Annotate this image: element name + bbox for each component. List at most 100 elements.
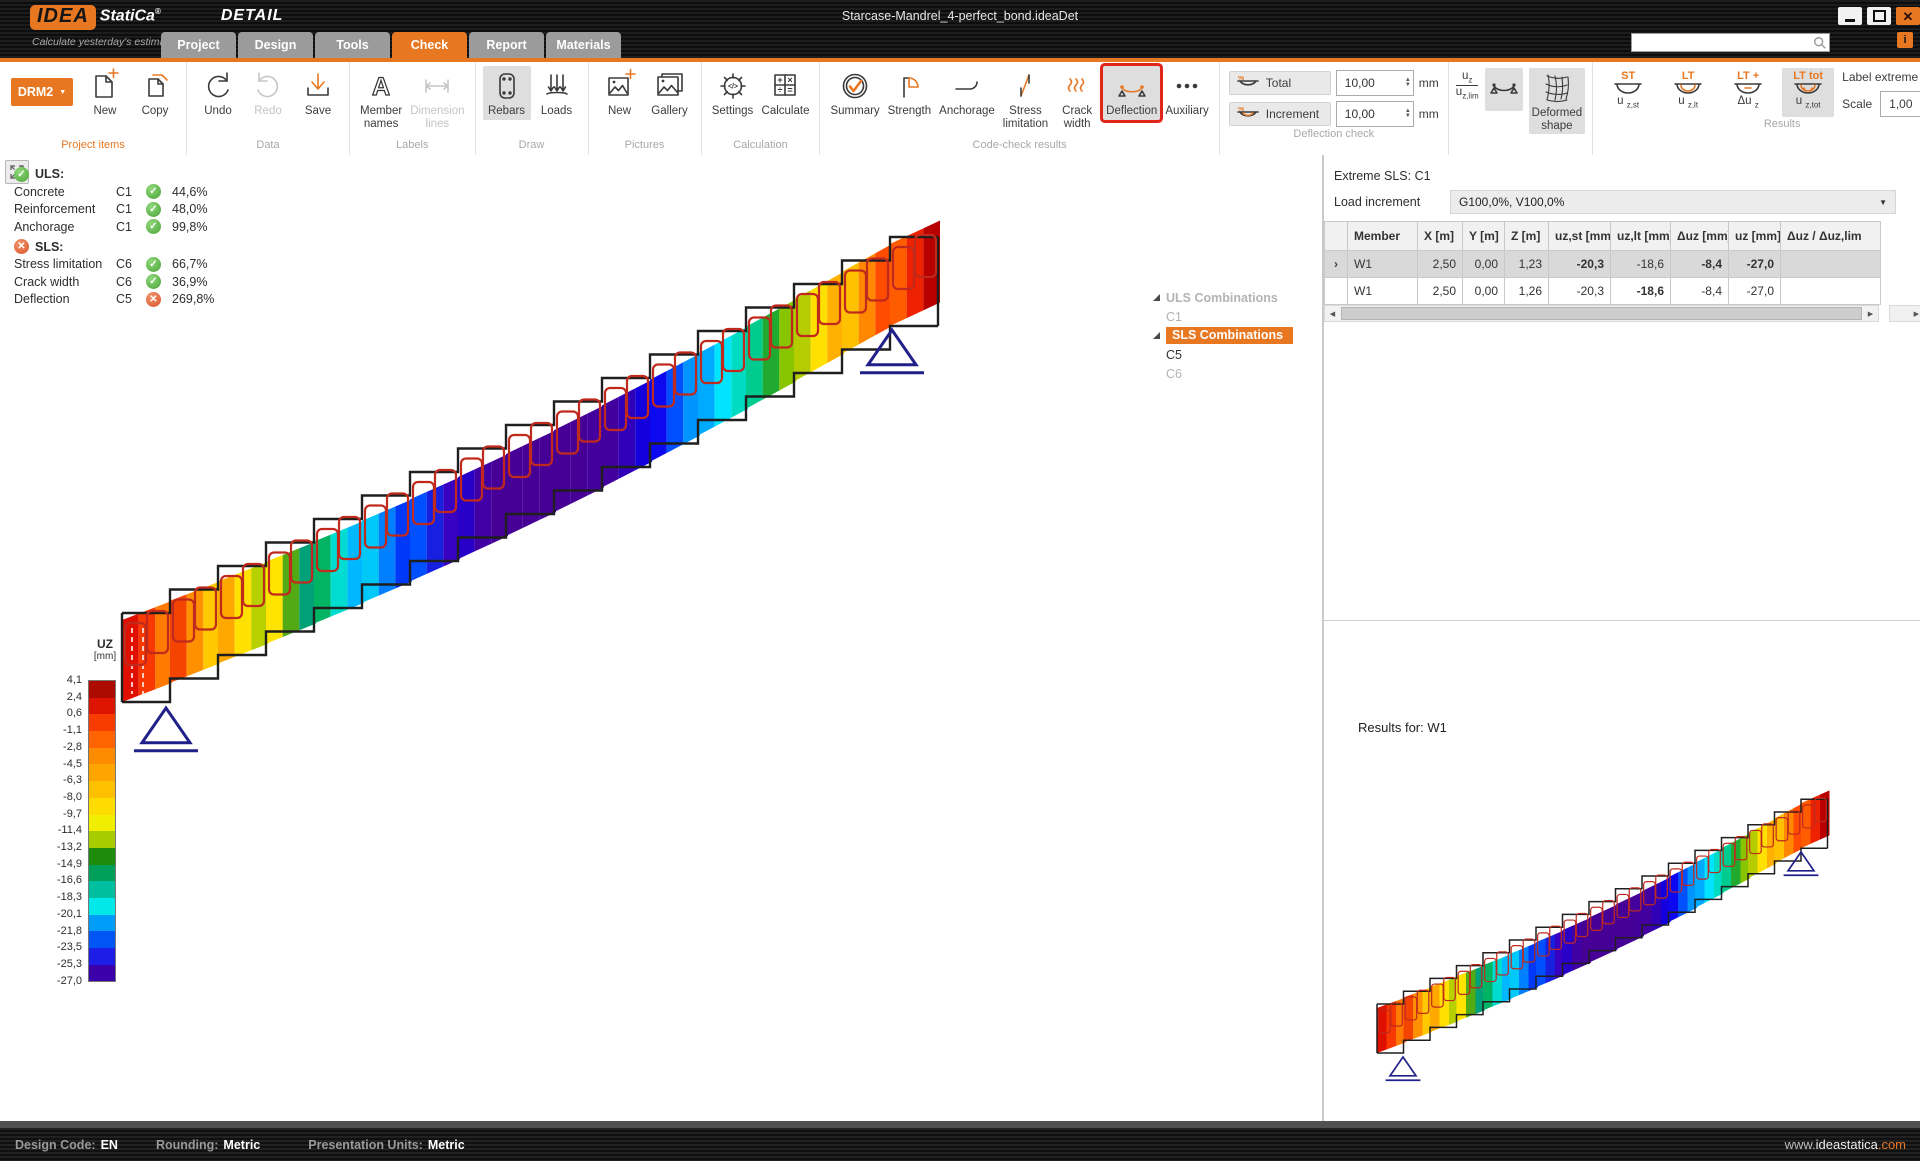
gallery-button[interactable]: Gallery <box>646 66 694 120</box>
deformed-shape-button[interactable]: Deformed shape <box>1529 68 1586 134</box>
ribbon-group-label: Data <box>190 138 346 155</box>
deflection-shape-button[interactable] <box>1485 68 1523 111</box>
svg-text:÷: ÷ <box>778 85 783 95</box>
expander-icon[interactable] <box>1152 331 1161 340</box>
spinner-arrows-icon[interactable]: ▲▼ <box>1405 109 1411 119</box>
undo-button[interactable]: Undo <box>194 66 242 120</box>
search-box[interactable] <box>1631 33 1830 52</box>
tree-item-c5[interactable]: C5 <box>1152 345 1318 364</box>
summary-button[interactable]: Summary <box>827 66 882 120</box>
crack-width-button[interactable]: Crack width <box>1053 66 1101 132</box>
calculate-button[interactable]: +×÷=Calculate <box>759 66 813 120</box>
result-mode-zlt[interactable]: LTu z,lt <box>1662 68 1714 117</box>
dimension-lines-button[interactable]: Dimension lines <box>407 66 467 132</box>
extreme-results-table: MemberX [m]Y [m]Z [m]uz,st [mm]uz,lt [mm… <box>1324 221 1920 305</box>
ribbon-group-label: Calculation <box>705 138 817 155</box>
table-cell: W1 <box>1348 251 1418 278</box>
scale-spinner[interactable]: 1,00▲▼ <box>1880 91 1920 117</box>
redo-icon <box>250 68 286 104</box>
tab-tools[interactable]: Tools <box>315 32 390 58</box>
auxiliary-button[interactable]: Auxiliary <box>1162 66 1211 120</box>
table-hscrollbar-stub[interactable]: ▶ <box>1889 305 1920 322</box>
drm2-dropdown[interactable]: DRM2▼ <box>11 78 73 106</box>
tab-check[interactable]: Check <box>392 32 467 58</box>
tab-design[interactable]: Design <box>238 32 313 58</box>
results-for-label: Results for: W1 <box>1358 720 1447 735</box>
result-mode-z[interactable]: LT +Δu z <box>1722 68 1774 117</box>
table-header-row: MemberX [m]Y [m]Z [m]uz,st [mm]uz,lt [mm… <box>1324 221 1920 251</box>
new-picture-button[interactable]: New <box>596 66 644 120</box>
chevron-down-icon: ▼ <box>1879 198 1887 207</box>
tab-report[interactable]: Report <box>469 32 544 58</box>
increment-button[interactable]: %Increment <box>1229 102 1331 126</box>
new-item-button[interactable]: New <box>81 66 129 120</box>
settings-button[interactable]: </>Settings <box>709 66 757 120</box>
result-mode-zst[interactable]: STu z,st <box>1602 68 1654 117</box>
redo-button[interactable]: Redo <box>244 66 292 120</box>
info-button[interactable]: i <box>1897 32 1913 48</box>
loads-label: Loads <box>541 105 572 118</box>
scale-value: 1,00 <box>1889 97 1912 111</box>
website-link[interactable]: www.ideastatica.com <box>1785 1137 1906 1152</box>
deflection-button[interactable]: Deflection <box>1103 66 1160 120</box>
member-names-icon: A <box>363 68 399 104</box>
crack-icon <box>1059 68 1095 104</box>
search-input[interactable] <box>1632 36 1813 49</box>
total-button[interactable]: %Total <box>1229 71 1331 95</box>
stress-limitation-button[interactable]: Stress limitation <box>1000 66 1051 132</box>
save-button[interactable]: Save <box>294 66 342 120</box>
ribbon-group-label: Deflection check <box>1223 127 1445 144</box>
load-increment-dropdown[interactable]: G100,0%, V100,0% ▼ <box>1450 190 1896 214</box>
stress-icon <box>1007 68 1043 104</box>
scrollbar-thumb[interactable] <box>1341 307 1862 320</box>
loads-button[interactable]: Loads <box>533 66 581 120</box>
maximize-button[interactable] <box>1867 7 1891 25</box>
table-cell: 1,23 <box>1505 251 1549 278</box>
tree-group[interactable]: SLS Combinations <box>1152 326 1318 345</box>
crack-width-label: Crack width <box>1062 105 1092 130</box>
tab-project[interactable]: Project <box>161 32 236 58</box>
close-button[interactable]: ✕ <box>1896 7 1920 25</box>
label-extreme-button[interactable]: Label extreme <box>1842 70 1920 84</box>
document-title: Starcase-Mandrel_4-perfect_bond.ideaDet <box>0 9 1920 23</box>
table-hscrollbar[interactable]: ◀ ▶ <box>1324 305 1879 322</box>
total-value-spinner[interactable]: 10,00 ▲▼ <box>1336 70 1414 96</box>
scroll-left-icon[interactable]: ◀ <box>1325 306 1340 321</box>
bowl-total-icon: % <box>1236 76 1260 90</box>
titlebar: IDEA StatiCa® DETAIL Calculate yesterday… <box>0 0 1920 58</box>
save-icon <box>300 68 336 104</box>
scroll-right-icon[interactable]: ▶ <box>1863 306 1878 321</box>
undo-label: Undo <box>204 105 232 118</box>
total-value: 10,00 <box>1345 76 1375 90</box>
rebars-button[interactable]: Rebars <box>483 66 531 120</box>
table-header-cell: Z [m] <box>1505 221 1549 251</box>
table-row[interactable]: ›W12,500,001,23-20,3-18,6-8,4-27,0 <box>1324 251 1920 278</box>
result-mode-ztot[interactable]: LT totu z,tot <box>1782 68 1834 117</box>
copy-item-button[interactable]: Copy <box>131 66 179 120</box>
svg-text:A: A <box>372 73 390 101</box>
table-row[interactable]: W12,500,001,26-20,3-18,6-8,4-27,0 <box>1324 278 1920 305</box>
table-cell: -8,4 <box>1671 278 1729 305</box>
spinner-arrows-icon[interactable]: ▲▼ <box>1405 78 1411 88</box>
anchorage-label: Anchorage <box>939 105 995 118</box>
increment-value-spinner[interactable]: 10,00▲▼ <box>1336 101 1414 127</box>
load-increment-label: Load increment <box>1334 195 1420 209</box>
minimize-button[interactable] <box>1838 7 1862 25</box>
bowl-lt-icon <box>1673 82 1703 95</box>
tree-item-c6[interactable]: C6 <box>1152 364 1318 383</box>
strength-button[interactable]: Strength <box>885 66 934 120</box>
table-header-cell: Δuz / Δuz,lim <box>1781 221 1881 251</box>
tab-materials[interactable]: Materials <box>546 32 621 58</box>
member-names-button[interactable]: AMember names <box>357 66 405 132</box>
extreme-label: Extreme SLS: C1 <box>1334 169 1431 183</box>
tree-group[interactable]: ULS Combinations <box>1152 288 1318 307</box>
svg-text:%: % <box>1238 76 1245 82</box>
expander-icon[interactable] <box>1152 293 1161 302</box>
anchorage-button[interactable]: Anchorage <box>936 66 998 120</box>
settings-label: Settings <box>712 105 754 118</box>
auxiliary-icon <box>1169 68 1205 104</box>
tree-item-c1[interactable]: C1 <box>1152 307 1318 326</box>
summary-label: Summary <box>830 105 879 118</box>
table-header-cell <box>1324 221 1348 251</box>
ribbon-group-label: Draw <box>479 138 585 155</box>
